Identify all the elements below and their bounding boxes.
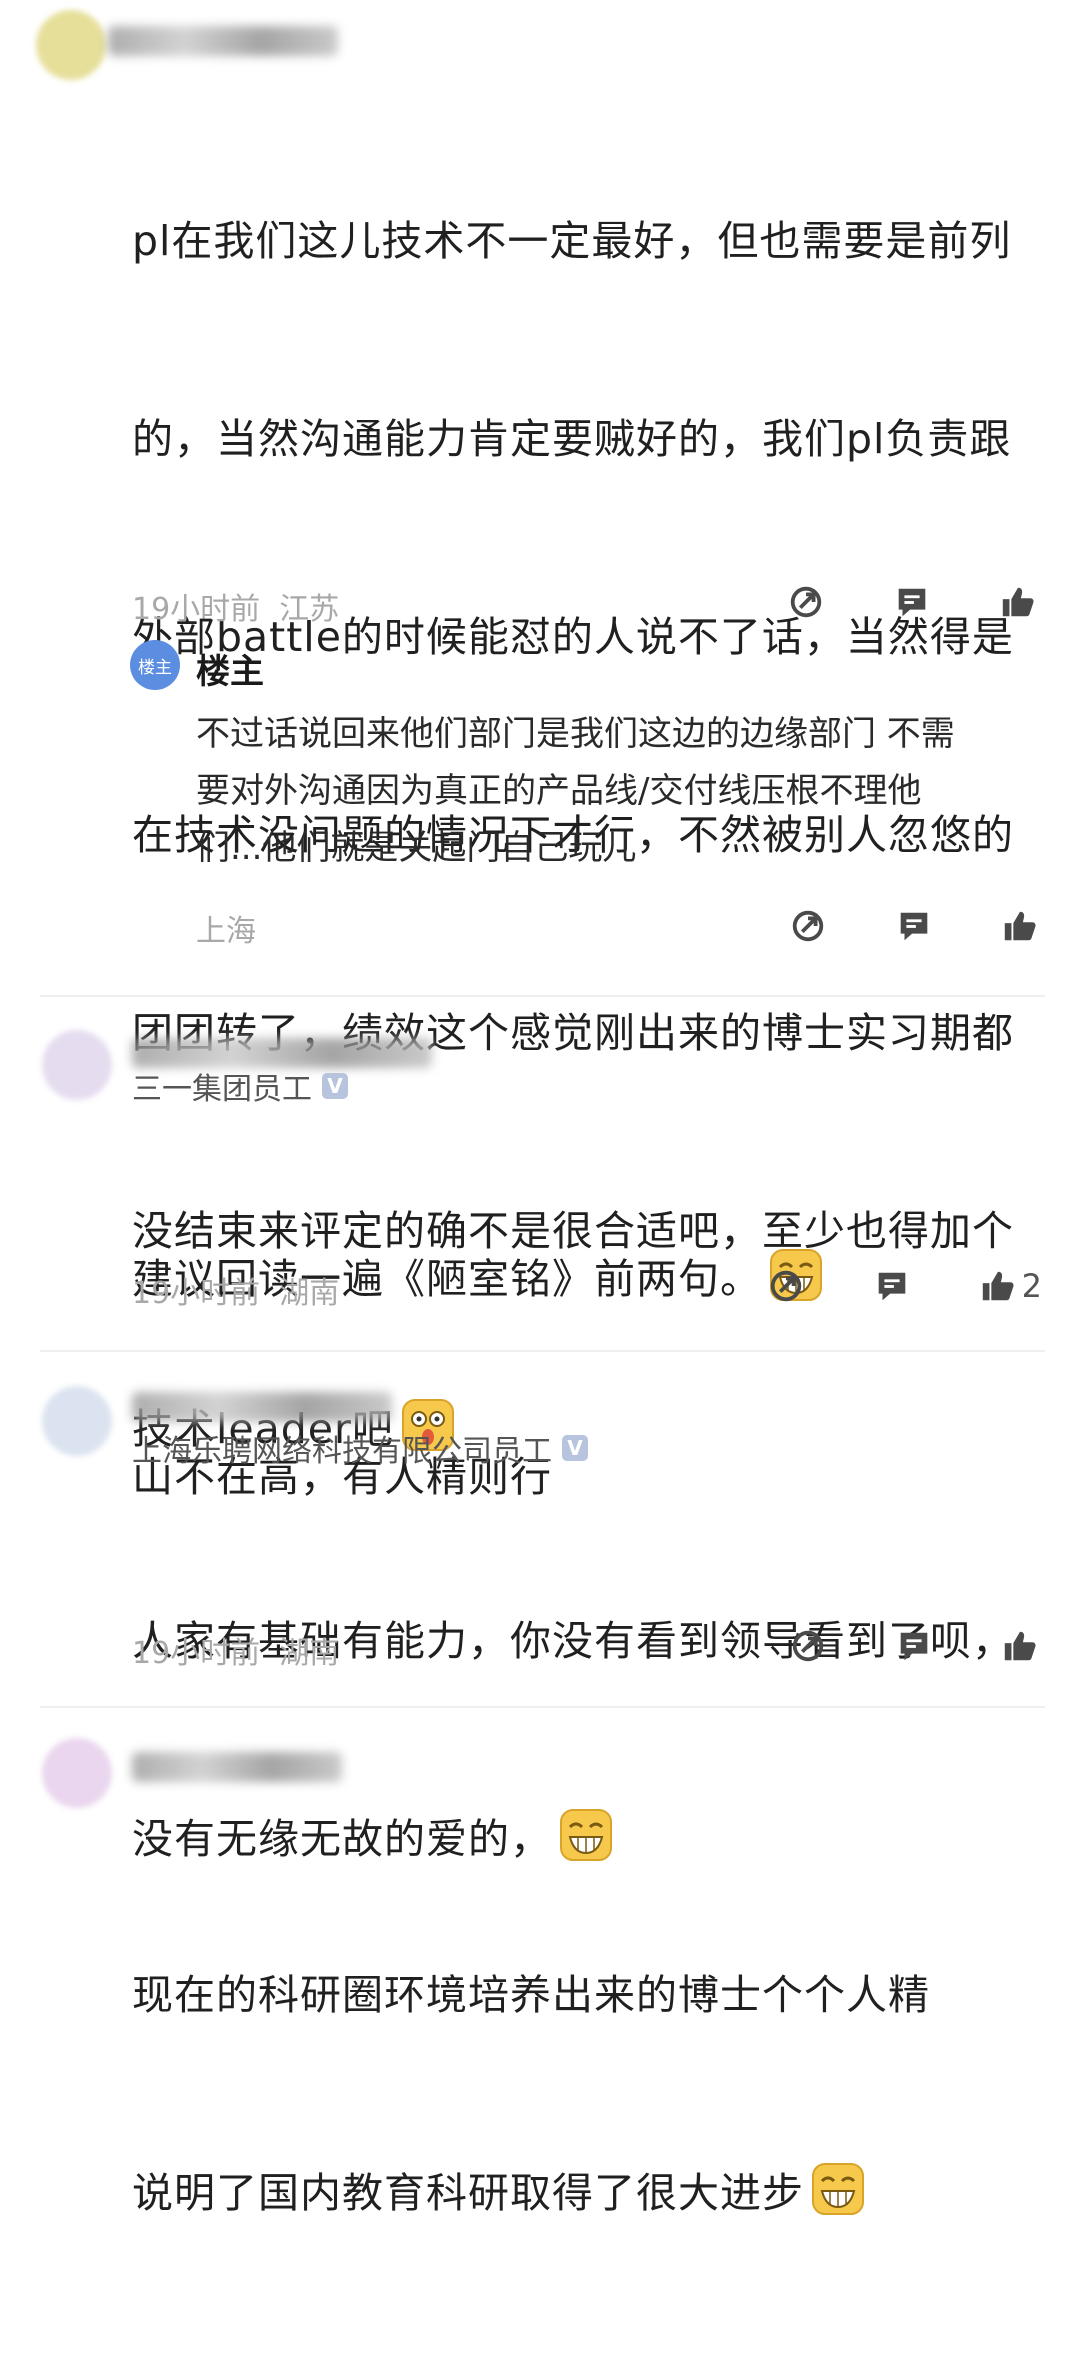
- avatar[interactable]: [42, 1386, 112, 1456]
- comment-meta: 19小时前 湖南: [132, 1276, 340, 1311]
- share-icon[interactable]: [764, 1264, 808, 1308]
- op-name[interactable]: 楼主: [196, 644, 264, 693]
- op-badge: 楼主: [130, 640, 180, 690]
- verified-badge-icon: V: [322, 1073, 348, 1099]
- like-icon[interactable]: [996, 580, 1040, 624]
- comment-icon[interactable]: [890, 580, 934, 624]
- like-icon[interactable]: [998, 904, 1042, 948]
- comment-icon[interactable]: [870, 1264, 914, 1308]
- reply-actions: [786, 904, 1042, 948]
- username-blurred[interactable]: [132, 1392, 392, 1422]
- comment-meta: 19小时前 湖南: [132, 1636, 340, 1671]
- username-blurred[interactable]: [132, 1752, 342, 1782]
- comment-meta: 19小时前 江苏: [132, 592, 340, 627]
- grin-emoji-icon: [812, 2163, 864, 2215]
- company-label: 上海乐聘网络科技有限公司员工 V: [132, 1426, 588, 1470]
- comment-actions: [786, 1624, 1042, 1668]
- comment-icon[interactable]: [892, 1624, 936, 1668]
- like-icon[interactable]: [976, 1264, 1020, 1308]
- avatar[interactable]: [36, 10, 106, 80]
- comment-actions: 2: [764, 1264, 1042, 1308]
- comment-actions: [784, 580, 1042, 624]
- like-count: 2: [1021, 1267, 1042, 1305]
- reply-body: 不过话说回来他们部门是我们这边的边缘部门 不需 要对外沟通因为真正的产品线/交付…: [196, 714, 955, 868]
- avatar[interactable]: [42, 1738, 112, 1808]
- comment-body: 现在的科研圈环境培养出来的博士个个人精 说明了国内教育科研取得了很大进步: [132, 1971, 930, 2217]
- divider: [40, 995, 1045, 997]
- company-label: 三一集团员工 V: [132, 1064, 348, 1108]
- share-icon[interactable]: [786, 1624, 830, 1668]
- avatar[interactable]: [42, 1030, 112, 1100]
- username-blurred[interactable]: [108, 26, 338, 56]
- like-icon[interactable]: [998, 1624, 1042, 1668]
- share-icon[interactable]: [784, 580, 828, 624]
- reply-location: 上海: [196, 914, 256, 949]
- share-icon[interactable]: [786, 904, 830, 948]
- divider: [40, 1350, 1045, 1352]
- divider: [40, 1706, 1045, 1708]
- comment-icon[interactable]: [892, 904, 936, 948]
- verified-badge-icon: V: [562, 1435, 588, 1461]
